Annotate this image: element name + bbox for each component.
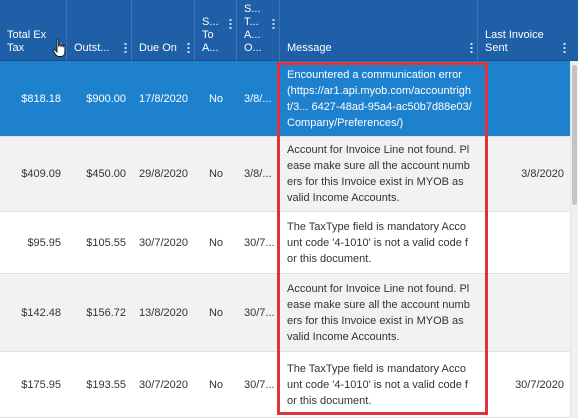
column-header-last-invoice-sent[interactable]: Last Invoice Sent xyxy=(478,0,578,61)
cell-total-ex-tax: $409.09 xyxy=(21,168,61,180)
cell-outstanding: $900.00 xyxy=(86,92,126,105)
cell-due-on: 13/8/2020 xyxy=(139,306,188,319)
cell-message: The TaxType field is mandatory Account c… xyxy=(280,212,478,273)
column-menu-icon[interactable] xyxy=(124,42,127,53)
cell-total-ex-tax: $175.95 xyxy=(21,378,61,391)
column-header-label: S... T... A... O... xyxy=(244,3,262,54)
cell-status-date: 30/7... xyxy=(244,378,275,391)
message-text: The TaxType field is mandatory Account c… xyxy=(287,220,468,265)
message-text: Account for Invoice Line not found. Plea… xyxy=(287,144,470,204)
cell-sent-to-accounting: No xyxy=(208,306,224,319)
cell-total-ex-tax: $95.95 xyxy=(27,236,61,249)
vertical-scrollbar[interactable] xyxy=(570,61,578,418)
cell-last-invoice-sent xyxy=(478,61,570,136)
table-row[interactable]: $818.18 $900.00 17/8/2020 No 3/8/... Enc… xyxy=(0,61,578,137)
message-text: Account for Invoice Line not found. Plea… xyxy=(287,282,470,343)
column-header-label: Message xyxy=(287,42,332,54)
cell-last-invoice-sent xyxy=(478,274,570,351)
column-header-due-on[interactable]: Due On xyxy=(132,0,195,61)
cell-message: Account for Invoice Line not found. Plea… xyxy=(280,137,478,211)
cell-due-on: 29/8/2020 xyxy=(139,168,188,180)
grid-header: Total Ex Tax Outst... Due On S... To A..… xyxy=(0,0,578,61)
cell-outstanding: $450.00 xyxy=(86,168,126,180)
hand-cursor-icon xyxy=(52,38,66,57)
column-header-label: Last Invoice Sent xyxy=(485,29,544,54)
column-menu-icon[interactable] xyxy=(470,42,473,53)
cell-last-invoice-sent: 3/8/2020 xyxy=(521,168,564,180)
cell-message: Encountered a communication error (https… xyxy=(280,61,478,136)
table-row[interactable]: $142.48 $156.72 13/8/2020 No 30/7... Acc… xyxy=(0,274,578,352)
column-header-label: S... To A... xyxy=(202,16,219,54)
cell-sent-to-accounting: No xyxy=(208,168,224,180)
cell-outstanding: $156.72 xyxy=(86,306,126,319)
column-menu-icon[interactable] xyxy=(187,42,190,53)
cell-sent-to-accounting: No xyxy=(208,378,224,391)
cell-due-on: 30/7/2020 xyxy=(139,236,188,249)
column-header-status-date[interactable]: S... T... A... O... xyxy=(237,0,280,61)
column-header-message[interactable]: Message xyxy=(280,0,478,61)
column-header-label: Outst... xyxy=(74,42,110,54)
scrollbar-thumb[interactable] xyxy=(572,65,577,205)
table-row[interactable]: $95.95 $105.55 30/7/2020 No 30/7... The … xyxy=(0,212,578,274)
message-text: Encountered a communication error (https… xyxy=(287,68,472,129)
column-header-outstanding[interactable]: Outst... xyxy=(67,0,132,61)
message-text: The TaxType field is mandatory Account c… xyxy=(287,362,468,407)
cell-sent-to-accounting: No xyxy=(208,92,224,105)
invoice-grid: Total Ex Tax Outst... Due On S... To A..… xyxy=(0,0,578,418)
cell-status-date: 30/7... xyxy=(244,236,275,249)
column-menu-icon[interactable] xyxy=(272,18,275,29)
cell-last-invoice-sent: 30/7/2020 xyxy=(515,378,564,391)
table-row[interactable]: $175.95 $193.55 30/7/2020 No 30/7... The… xyxy=(0,352,578,418)
cell-outstanding: $193.55 xyxy=(86,378,126,391)
cell-due-on: 17/8/2020 xyxy=(139,92,188,105)
cell-total-ex-tax: $818.18 xyxy=(21,92,61,105)
column-header-label: Due On xyxy=(139,42,177,54)
cell-status-date: 3/8/... xyxy=(244,92,272,105)
cell-last-invoice-sent xyxy=(478,212,570,273)
cell-message: Account for Invoice Line not found. Plea… xyxy=(280,274,478,351)
cell-outstanding: $105.55 xyxy=(86,236,126,249)
table-row[interactable]: $409.09 $450.00 29/8/2020 No 3/8/... Acc… xyxy=(0,137,578,212)
cell-status-date: 3/8/... xyxy=(244,168,272,180)
column-menu-icon[interactable] xyxy=(563,42,566,53)
column-header-sent-to-accounting[interactable]: S... To A... xyxy=(195,0,237,61)
cell-message: The TaxType field is mandatory Account c… xyxy=(280,352,478,417)
cell-due-on: 30/7/2020 xyxy=(139,378,188,391)
cell-total-ex-tax: $142.48 xyxy=(21,306,61,319)
cell-sent-to-accounting: No xyxy=(208,236,224,249)
column-header-label: Total Ex Tax xyxy=(7,29,47,54)
column-menu-icon[interactable] xyxy=(229,18,232,29)
cell-status-date: 30/7... xyxy=(244,306,275,319)
